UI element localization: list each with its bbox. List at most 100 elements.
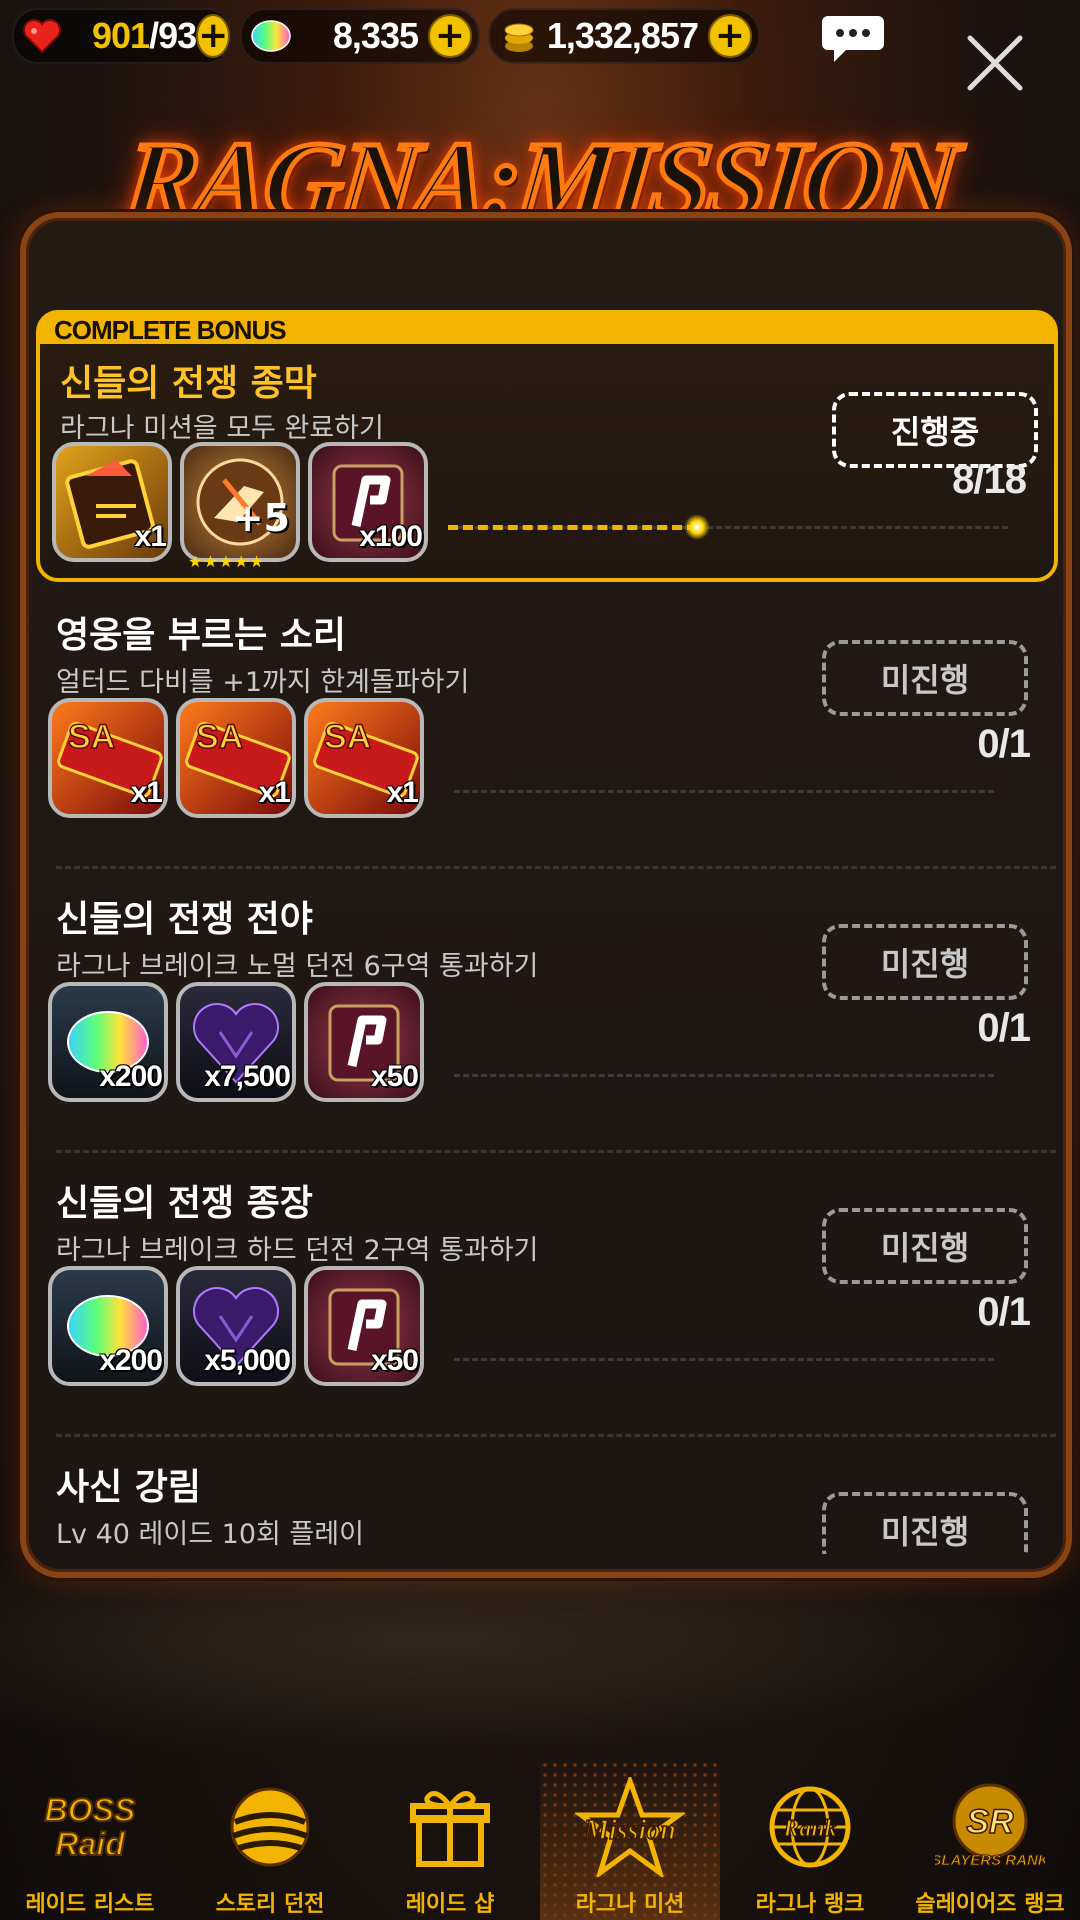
status-button[interactable]: 진행중 <box>832 392 1038 468</box>
progress-text: 0/1 <box>977 1290 1031 1334</box>
mission-title: 신들의 전쟁 종장 <box>56 1183 313 1224</box>
reward-item[interactable]: x50 <box>304 1266 424 1386</box>
mission-description: 라그나 미션을 모두 완료하기 <box>60 413 384 444</box>
nav-slayers-rank[interactable]: SR SLAYERS RANK 슬레이어즈 랭크 <box>900 1760 1080 1920</box>
reward-list: x1 +5 x100 <box>52 442 428 562</box>
gift-box-icon <box>395 1772 505 1882</box>
reward-list: x200 x7,500 x50 <box>48 982 424 1102</box>
progress-text: 0/1 <box>977 722 1031 766</box>
reward-item[interactable]: x200 <box>48 982 168 1102</box>
status-button[interactable]: 미진행 <box>822 1492 1028 1554</box>
reward-quantity: x50 <box>370 1060 419 1093</box>
gem-value: 8,335 <box>332 15 419 56</box>
complete-bonus-card: COMPLETE BONUS 신들의 전쟁 종막 라그나 미션을 모두 완료하기… <box>36 310 1058 582</box>
progress-track <box>454 790 994 793</box>
add-stamina-button[interactable]: + <box>196 14 231 58</box>
mission-card: 사신 강림 Lv 40 레이드 10회 플레이 미진행 <box>36 1444 1058 1554</box>
close-icon[interactable] <box>966 34 1024 92</box>
mission-title: 영웅을 부르는 소리 <box>56 615 347 656</box>
mission-card: 신들의 전쟁 전야 라그나 브레이크 노멀 던전 6구역 통과하기 미진행 0/… <box>36 876 1058 1160</box>
mission-description: 라그나 브레이크 하드 던전 2구역 통과하기 <box>56 1235 539 1266</box>
status-button[interactable]: 미진행 <box>822 924 1028 1000</box>
add-gold-button[interactable]: + <box>708 14 752 58</box>
mission-list: COMPLETE BONUS 신들의 전쟁 종막 라그나 미션을 모두 완료하기… <box>36 310 1058 1554</box>
nav-label: 라그나 미션 <box>575 1892 685 1917</box>
nav-label: 레이드 샵 <box>405 1892 495 1917</box>
reward-quantity: x1 <box>258 776 291 809</box>
stamina-value: 901 <box>92 15 150 56</box>
rank-logo: Rank <box>782 1816 836 1842</box>
slayers-rank-logo: SLAYERS RANK <box>935 1852 1045 1869</box>
boss-raid-logo-line2: Raid <box>55 1826 126 1862</box>
gold-value: 1,332,857 <box>546 15 699 56</box>
svg-text:SA: SA <box>196 718 243 756</box>
mission-description: Lv 40 레이드 10회 플레이 <box>56 1519 364 1550</box>
star-rating: ★★★★★ <box>188 552 265 571</box>
reward-quantity: x50 <box>370 1344 419 1377</box>
reward-quantity: x5,000 <box>204 1344 291 1377</box>
nav-ragna-mission[interactable]: Mission 라그나 미션 <box>540 1760 720 1920</box>
reward-item[interactable]: x7,500 <box>176 982 296 1102</box>
progress-text: 8/18 <box>952 458 1027 502</box>
reward-item[interactable]: x1 <box>52 442 172 562</box>
status-button[interactable]: 미진행 <box>822 1208 1028 1284</box>
svg-text:SR: SR <box>966 1803 1014 1841</box>
reward-list: SA x1 SA x1 SA x1 <box>48 698 424 818</box>
reward-item[interactable]: +5 <box>180 442 300 562</box>
divider <box>56 1434 1056 1437</box>
reward-quantity: x200 <box>99 1344 163 1377</box>
reward-item[interactable]: SA x1 <box>304 698 424 818</box>
reward-item[interactable]: SA x1 <box>176 698 296 818</box>
svg-text:SA: SA <box>68 718 115 756</box>
reward-quantity: x200 <box>99 1060 163 1093</box>
rank-globe-icon: Rank <box>755 1772 865 1882</box>
nav-label: 스토리 던전 <box>215 1892 325 1917</box>
stamina-counter: 901/93 + <box>12 8 232 64</box>
story-dungeon-icon <box>215 1772 325 1882</box>
reward-item[interactable]: x50 <box>304 982 424 1102</box>
nav-ragna-rank[interactable]: Rank 라그나 랭크 <box>720 1760 900 1920</box>
complete-bonus-header: COMPLETE BONUS <box>40 314 1054 345</box>
nav-story-dungeon[interactable]: 스토리 던전 <box>180 1760 360 1920</box>
progress-spark-icon <box>684 514 710 540</box>
progress-fill <box>448 525 697 530</box>
gold-counter: 1,332,857 + <box>488 8 760 64</box>
mission-description: 라그나 브레이크 노멀 던전 6구역 통과하기 <box>56 951 539 982</box>
nav-raid-shop[interactable]: 레이드 샵 <box>360 1760 540 1920</box>
reward-item[interactable]: x200 <box>48 1266 168 1386</box>
mission-star-icon: Mission <box>575 1772 685 1882</box>
svg-text:SA: SA <box>324 718 371 756</box>
chat-icon[interactable] <box>820 14 886 64</box>
divider <box>56 1150 1056 1153</box>
reward-quantity: x7,500 <box>204 1060 291 1093</box>
gold-coins-icon <box>498 15 540 57</box>
reward-quantity: x1 <box>134 520 167 553</box>
reward-item[interactable]: SA x1 <box>48 698 168 818</box>
mission-card: 영웅을 부르는 소리 얼터드 다비를 +1까지 한계돌파하기 미진행 0/1 S… <box>36 594 1058 876</box>
mission-logo: Mission <box>583 1815 676 1846</box>
boss-raid-logo-line1: BOSS <box>45 1792 136 1828</box>
boss-raid-icon: BOSS Raid <box>35 1772 145 1882</box>
mission-description: 얼터드 다비를 +1까지 한계돌파하기 <box>56 667 470 698</box>
status-button[interactable]: 미진행 <box>822 640 1028 716</box>
mission-card: 신들의 전쟁 종장 라그나 브레이크 하드 던전 2구역 통과하기 미진행 0/… <box>36 1160 1058 1444</box>
mission-title: 신들의 전쟁 전야 <box>56 899 313 940</box>
mission-title: 사신 강림 <box>56 1467 202 1508</box>
enhance-badge: +5 <box>231 496 290 540</box>
progress-track <box>454 1074 994 1077</box>
heart-icon <box>22 15 62 57</box>
stamina-max: /93 <box>149 15 197 56</box>
reward-item[interactable]: x100 <box>308 442 428 562</box>
nav-raid-list[interactable]: BOSS Raid 레이드 리스트 <box>0 1760 180 1920</box>
mission-panel: COMPLETE BONUS 신들의 전쟁 종막 라그나 미션을 모두 완료하기… <box>20 212 1072 1578</box>
reward-quantity: x100 <box>359 520 423 553</box>
rainbow-gem-icon <box>250 15 292 57</box>
progress-track <box>454 1358 994 1361</box>
mission-title: 신들의 전쟁 종막 <box>60 363 317 404</box>
divider <box>56 866 1056 869</box>
nav-label: 레이드 리스트 <box>25 1892 155 1917</box>
add-gems-button[interactable]: + <box>428 14 472 58</box>
nav-label: 라그나 랭크 <box>755 1892 865 1917</box>
reward-item[interactable]: x5,000 <box>176 1266 296 1386</box>
nav-label: 슬레이어즈 랭크 <box>915 1892 1065 1917</box>
